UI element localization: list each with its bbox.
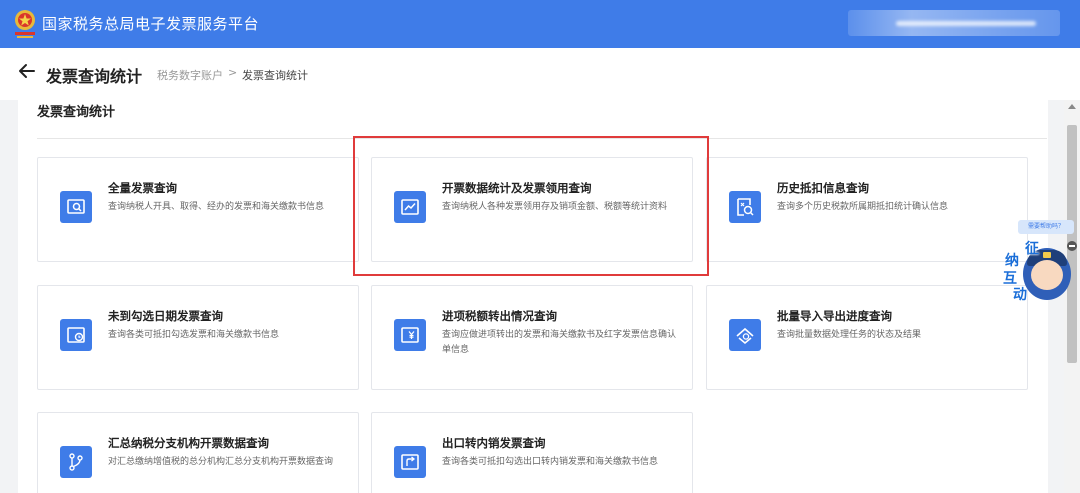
page-title: 发票查询统计 xyxy=(46,67,143,86)
batch-progress-icon xyxy=(729,319,761,351)
section-divider xyxy=(37,138,1047,139)
breadcrumb-item-tax-account[interactable]: 税务数字账户 xyxy=(157,67,223,83)
assistant-widget[interactable]: 征 纳 互 动 xyxy=(1001,240,1073,306)
card-desc: 查询各类可抵扣勾选出口转内销发票和海关缴款书信息 xyxy=(442,457,659,467)
card-desc: 查询批量数据处理任务的状态及结果 xyxy=(777,330,922,340)
card-desc: 查询多个历史税款所属期抵扣统计确认信息 xyxy=(777,202,949,212)
help-tooltip[interactable]: 需要帮助吗？ xyxy=(1018,220,1074,234)
assistant-face-icon xyxy=(1031,260,1063,290)
card-title: 历史抵扣信息查询 xyxy=(777,181,869,195)
card-title: 全量发票查询 xyxy=(108,181,177,195)
breadcrumb-separator: > xyxy=(228,66,238,79)
assistant-char: 纳 xyxy=(1005,253,1019,269)
assistant-char: 动 xyxy=(1013,287,1027,303)
user-info-blurred[interactable] xyxy=(848,10,1060,36)
card-full-invoice-query[interactable]: 全量发票查询 查询纳税人开具、取得、经办的发票和海关缴款书信息 xyxy=(37,157,359,262)
site-title: 国家税务总局电子发票服务平台 xyxy=(42,15,260,33)
card-invoicing-stats-query[interactable]: 开票数据统计及发票领用查询 查询纳税人各种发票领用存及销项金额、税额等统计资料 xyxy=(371,157,693,262)
search-receipt-icon xyxy=(60,191,92,223)
card-title: 未到勾选日期发票查询 xyxy=(108,309,223,323)
clock-receipt-icon xyxy=(60,319,92,351)
yen-receipt-icon xyxy=(394,319,426,351)
collapse-assistant-icon[interactable] xyxy=(1067,241,1077,251)
scroll-up-arrow-icon[interactable] xyxy=(1068,104,1076,109)
branch-icon xyxy=(60,446,92,478)
card-title: 出口转内销发票查询 xyxy=(442,436,546,450)
user-name-redacted xyxy=(896,21,1036,26)
card-desc: 查询应做进项转出的发票和海关缴款书及红字发票信息确认单信息 xyxy=(442,330,677,355)
card-history-deduction-query[interactable]: 历史抵扣信息查询 查询多个历史税款所属期抵扣统计确认信息 xyxy=(706,157,1028,262)
card-title: 批量导入导出进度查询 xyxy=(777,309,892,323)
breadcrumb-item-current: 发票查询统计 xyxy=(242,69,308,82)
card-input-tax-transfer-query[interactable]: 进项税额转出情况查询 查询应做进项转出的发票和海关缴款书及红字发票信息确认单信息 xyxy=(371,285,693,390)
card-title: 开票数据统计及发票领用查询 xyxy=(442,181,592,195)
chart-line-icon xyxy=(394,191,426,223)
assistant-char: 征 xyxy=(1025,241,1039,257)
card-desc: 查询纳税人各种发票领用存及销项金额、税额等统计资料 xyxy=(442,202,668,212)
card-desc: 查询各类可抵扣勾选发票和海关缴款书信息 xyxy=(108,330,280,340)
card-unchecked-invoice-query[interactable]: 未到勾选日期发票查询 查询各类可抵扣勾选发票和海关缴款书信息 xyxy=(37,285,359,390)
tax-emblem-logo xyxy=(15,10,35,38)
history-search-icon xyxy=(729,191,761,223)
back-arrow-icon[interactable] xyxy=(18,62,36,80)
assistant-badge-icon xyxy=(1043,252,1051,258)
card-desc: 对汇总缴纳增值税的总分机构汇总分支机构开票数据查询 xyxy=(108,457,334,467)
card-title: 汇总纳税分支机构开票数据查询 xyxy=(108,436,269,450)
card-batch-progress-query[interactable]: 批量导入导出进度查询 查询批量数据处理任务的状态及结果 xyxy=(706,285,1028,390)
top-bar: 国家税务总局电子发票服务平台 xyxy=(0,0,1080,48)
card-desc: 查询纳税人开具、取得、经办的发票和海关缴款书信息 xyxy=(108,202,325,212)
card-branch-invoicing-query[interactable]: 汇总纳税分支机构开票数据查询 对汇总缴纳增值税的总分机构汇总分支机构开票数据查询 xyxy=(37,412,359,493)
section-title: 发票查询统计 xyxy=(37,105,116,120)
card-title: 进项税额转出情况查询 xyxy=(442,309,557,323)
card-export-domestic-query[interactable]: 出口转内销发票查询 查询各类可抵扣勾选出口转内销发票和海关缴款书信息 xyxy=(371,412,693,493)
export-receipt-icon xyxy=(394,446,426,478)
